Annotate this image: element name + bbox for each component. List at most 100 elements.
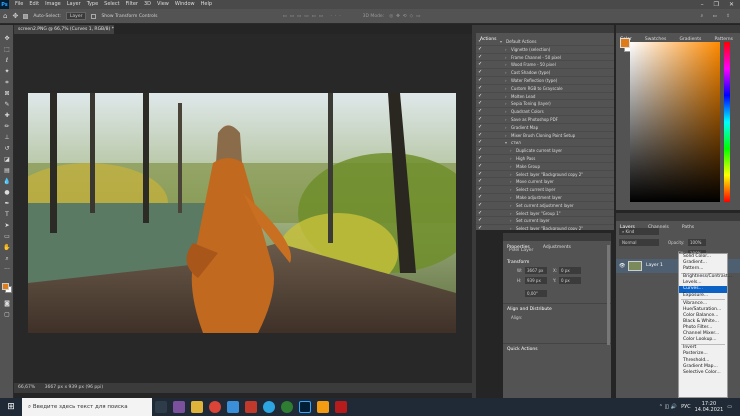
telegram-icon[interactable] [263,401,275,413]
checkmark-icon[interactable]: ✓ [478,69,486,76]
checkmark-icon[interactable]: ✓ [478,163,486,170]
menu-select[interactable]: Select [101,0,122,9]
file-explorer-icon[interactable] [191,401,203,413]
clock[interactable]: 17:20 14.04.2021 [695,401,724,413]
menu-item[interactable]: Hue/Saturation... [679,307,727,313]
menu-layer[interactable]: Layer [64,0,84,9]
action-item[interactable]: ✓ › Select layer "Background copy 2" [476,225,614,230]
brush-tool-icon[interactable]: ✏ [3,123,11,131]
checkmark-icon[interactable]: ✓ [478,210,486,217]
menu-item[interactable]: Selective Color... [679,370,727,376]
chevron-right-icon[interactable]: › [510,147,512,154]
tab-paths[interactable]: Paths [678,224,698,232]
layer-name[interactable]: Layer 1 [646,259,663,273]
tab-adjustments[interactable]: Adjustments [539,244,575,252]
checkmark-icon[interactable]: ✓ [478,132,486,139]
quick-mask-icon[interactable]: ◙ [3,300,11,308]
chevron-right-icon[interactable]: › [505,85,507,92]
chevron-right-icon[interactable]: › [505,77,507,84]
menu-image[interactable]: Image [42,0,64,9]
checkmark-icon[interactable]: ✓ [478,194,486,201]
chevron-right-icon[interactable]: › [510,171,512,178]
frame-tool-icon[interactable]: ⊠ [3,90,11,98]
maximize-button[interactable]: ❐ [714,1,719,8]
checkmark-icon[interactable]: ✓ [478,116,486,123]
close-button[interactable]: ✕ [729,1,734,8]
tray-icons[interactable]: ⌃ ◫ 🔊 [659,404,677,410]
taskbar-search-box[interactable]: ⌕ Введите здесь текст для поиска [22,398,152,416]
action-item[interactable]: ✓ › Select layer "Background copy 2" [476,171,614,179]
task-view-icon[interactable] [155,401,167,413]
menu-item[interactable]: Pattern... [679,266,727,272]
action-item[interactable]: ✓ › Mixer Brush Cloning Paint Setup [476,132,614,140]
action-item[interactable]: ✓ › Save as Photoshop PDF [476,116,614,124]
eyedropper-icon[interactable]: ✎ [3,101,11,109]
shape-tool-icon[interactable]: ▭ [3,233,11,241]
color-field[interactable] [630,42,720,202]
vlc-icon[interactable] [317,401,329,413]
move-tool-icon[interactable]: ✥ [12,12,18,20]
foreground-color-swatch[interactable] [2,283,9,290]
transform-controls-checkbox[interactable] [91,13,97,19]
action-item[interactable]: ✓ › Make Group [476,163,614,171]
auto-select-dropdown[interactable]: Layer [65,12,87,20]
minimize-button[interactable]: – [701,1,704,8]
layer-filter-dropdown[interactable]: ⌕ Kind [619,228,659,235]
quick-actions-title[interactable]: Quick Actions [507,347,538,352]
action-item[interactable]: ✓ › Select layer "Group 1" [476,210,614,218]
action-item[interactable]: ✓ › Move current layer [476,178,614,187]
checkmark-icon[interactable]: ✓ [478,139,486,146]
checkmark-icon[interactable]: ✓ [478,77,486,84]
action-item[interactable]: ✓ › Set current adjustment layer [476,202,614,210]
chevron-right-icon[interactable]: › [505,108,507,115]
language-indicator[interactable]: РУС [681,404,691,410]
hue-slider[interactable] [724,42,730,202]
chevron-right-icon[interactable]: › [510,194,512,201]
action-item[interactable]: ✓ › Quadrant Colors [476,108,614,116]
blend-mode-dropdown[interactable]: Normal [619,239,659,246]
history-brush-icon[interactable]: ↺ [3,145,11,153]
chevron-right-icon[interactable]: › [505,93,507,100]
action-item[interactable]: ✓ › Set current layer [476,217,614,226]
action-item[interactable]: ✓ › Wood Frame - 50 pixel [476,61,614,70]
chevron-right-icon[interactable]: › [505,100,507,107]
chevron-right-icon[interactable]: › [510,155,512,162]
checkmark-icon[interactable]: ✓ [478,202,486,209]
viber-icon[interactable] [173,401,185,413]
checkmark-icon[interactable]: ✓ [478,54,486,61]
path-select-icon[interactable]: ➤ [3,222,11,230]
checkmark-icon[interactable]: ✓ [478,100,486,107]
y-field[interactable]: 0 px [559,277,581,284]
checkmark-icon[interactable]: ✓ [478,171,486,178]
hand-tool-icon[interactable]: ✋ [3,244,11,252]
zoom-tool-icon[interactable]: ⌕ [3,255,11,263]
dodge-tool-icon[interactable]: ● [3,189,11,197]
zoom-level[interactable]: 66,67% [18,385,35,390]
clone-stamp-icon[interactable]: ⊥ [3,134,11,142]
checkmark-icon[interactable]: ✓ [478,93,486,100]
chevron-right-icon[interactable]: › [505,54,507,61]
angle-field[interactable]: 0,00° [525,290,547,297]
checkmark-icon[interactable]: ✓ [478,178,486,185]
menu-item[interactable]: Color Lookup... [679,337,727,343]
opacity-field[interactable]: 100% [688,239,706,246]
checkmark-icon[interactable]: ✓ [478,217,486,224]
lasso-tool-icon[interactable]: ℓ [3,57,11,65]
checkmark-icon[interactable]: ✓ [478,85,486,92]
chevron-right-icon[interactable]: › [505,124,507,131]
home-icon[interactable]: ⌂ [3,12,7,20]
action-item[interactable]: ✓ › Duplicate current layer [476,147,614,155]
action-item[interactable]: ✓ › Vignette (selection) [476,46,614,54]
auto-select-checkbox[interactable] [23,13,29,19]
checkmark-icon[interactable]: ✓ [478,108,486,115]
chevron-right-icon[interactable]: › [510,163,512,170]
chevron-down-icon[interactable]: ▾ [505,139,507,146]
action-item[interactable]: ✓ › High Pass [476,155,614,163]
height-field[interactable]: 939 px [525,277,547,284]
checkmark-icon[interactable]: ✓ [478,147,486,154]
3d-mode-icons[interactable]: ◎✥⟲◇▭ [389,14,423,19]
menu-type[interactable]: Type [84,0,101,9]
checkmark-icon[interactable]: ✓ [478,225,486,230]
fg-color-chip[interactable] [620,38,630,48]
more-tools-icon[interactable]: ··· [3,266,11,274]
